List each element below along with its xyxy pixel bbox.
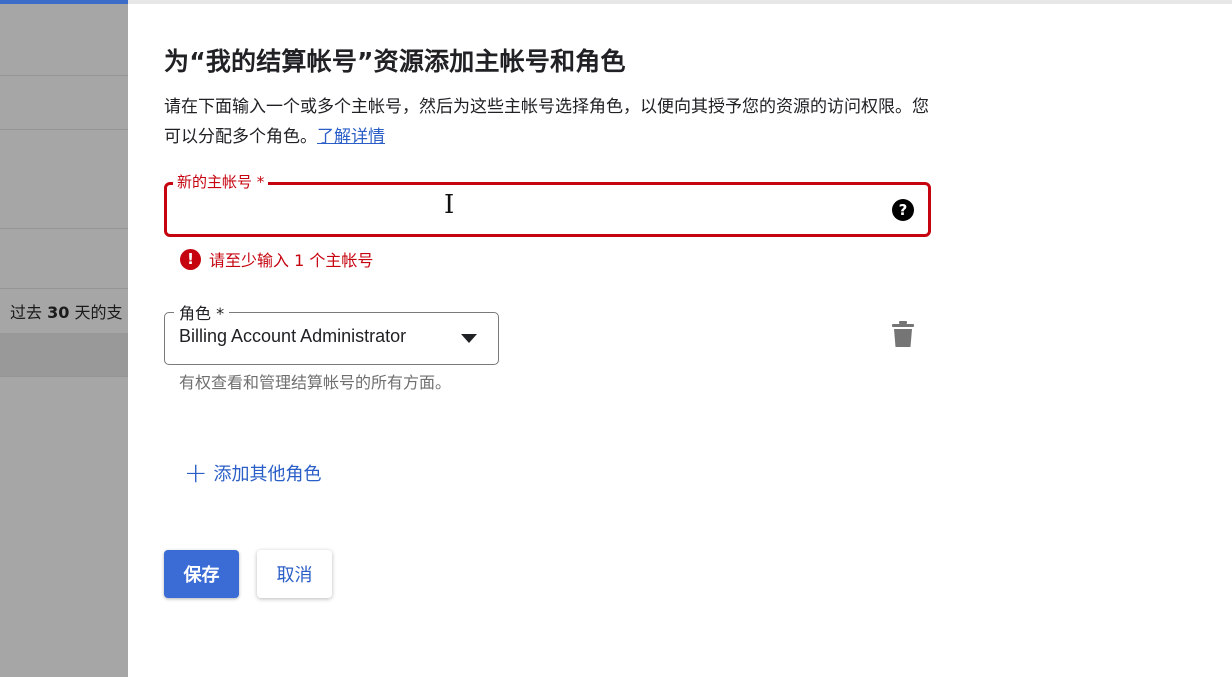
- cancel-button[interactable]: 取消: [257, 550, 332, 598]
- new-principals-input[interactable]: 新的主帐号 * ?: [164, 171, 931, 237]
- add-another-role-button[interactable]: + 添加其他角色: [184, 459, 321, 487]
- divider: [0, 129, 128, 130]
- error-text: 请至少输入 1 个主帐号: [209, 251, 374, 270]
- principal-error-message: ! 请至少输入 1 个主帐号: [180, 247, 373, 271]
- text-cursor-icon: I: [444, 190, 455, 220]
- plus-icon: +: [184, 456, 208, 489]
- trash-icon[interactable]: [892, 321, 914, 347]
- panel-description: 请在下面输入一个或多个主帐号，然后为这些主帐号选择角色，以便向其授予您的资源的访…: [164, 92, 934, 152]
- help-circle-icon[interactable]: ?: [892, 199, 914, 221]
- role-description: 有权查看和管理结算帐号的所有方面。: [179, 373, 452, 392]
- divider: [0, 228, 128, 229]
- background-selected-row: [0, 333, 128, 376]
- error-icon: !: [180, 248, 201, 270]
- background-row-text: 过去 30 天的支: [10, 303, 123, 322]
- background-page: 过去 30 天的支: [0, 0, 128, 677]
- divider: [0, 75, 128, 76]
- dropdown-arrow-icon: [461, 334, 477, 343]
- add-role-label: 添加其他角色: [213, 464, 322, 485]
- divider: [0, 288, 128, 289]
- description-text: 请在下面输入一个或多个主帐号，然后为这些主帐号选择角色，以便向其授予您的资源的访…: [164, 97, 929, 147]
- learn-more-link[interactable]: 了解详情: [317, 127, 385, 147]
- role-select[interactable]: 角色 * Billing Account Administrator: [164, 300, 499, 365]
- role-label: 角色 *: [174, 300, 230, 324]
- panel-title: 为“我的结算帐号”资源添加主帐号和角色: [164, 47, 626, 76]
- add-principal-panel: 为“我的结算帐号”资源添加主帐号和角色 请在下面输入一个或多个主帐号，然后为这些…: [128, 0, 1232, 677]
- background-header-strip: [0, 0, 128, 4]
- save-button[interactable]: 保存: [164, 550, 239, 598]
- divider: [0, 376, 128, 377]
- new-principals-label: 新的主帐号 *: [173, 171, 269, 192]
- role-selected-value: Billing Account Administrator: [179, 326, 407, 346]
